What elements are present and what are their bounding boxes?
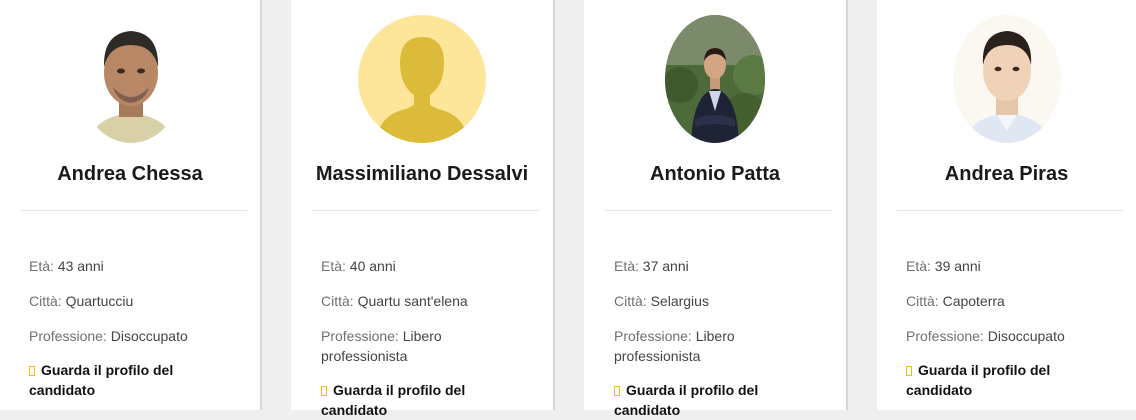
candidate-name[interactable]: Andrea Piras xyxy=(877,163,1136,186)
age-label: Età: xyxy=(321,258,346,274)
city-label: Città: xyxy=(29,293,62,309)
profession-row: Professione: Disoccupato xyxy=(29,326,219,346)
candidate-card: Andrea Chessa Età: 43 anni Città: Quartu… xyxy=(0,0,262,410)
city-value: Selargius xyxy=(650,293,709,309)
age-value: 39 anni xyxy=(934,258,981,274)
age-label: Età: xyxy=(614,258,639,274)
city-value: Quartu sant'elena xyxy=(357,293,468,309)
city-label: Città: xyxy=(906,293,939,309)
city-label: Città: xyxy=(614,293,647,309)
candidate-info: Età: 43 anni Città: Quartucciu Professio… xyxy=(29,256,219,400)
candidate-name[interactable]: Antonio Patta xyxy=(584,163,846,186)
link-icon xyxy=(906,366,912,376)
candidate-name[interactable]: Andrea Chessa xyxy=(0,163,260,186)
candidate-photo[interactable] xyxy=(665,15,765,143)
view-profile-link[interactable]: Guarda il profilo del candidato xyxy=(614,380,804,420)
profession-row: Professione: Libero professionista xyxy=(614,326,804,366)
city-row: Città: Quartu sant'elena xyxy=(321,291,511,311)
city-value: Quartucciu xyxy=(65,293,134,309)
view-profile-label[interactable]: Guarda il profilo del candidato xyxy=(614,382,758,418)
candidate-info: Età: 40 anni Città: Quartu sant'elena Pr… xyxy=(321,256,511,420)
view-profile-link[interactable]: Guarda il profilo del candidato xyxy=(906,360,1096,400)
candidate-card: Massimiliano Dessalvi Età: 40 anni Città… xyxy=(291,0,555,418)
view-profile-link[interactable]: Guarda il profilo del candidato xyxy=(321,380,511,420)
city-row: Città: Capoterra xyxy=(906,291,1096,311)
candidate-photo[interactable] xyxy=(953,15,1061,143)
age-row: Età: 40 anni xyxy=(321,256,511,276)
profession-label: Professione: xyxy=(321,328,399,344)
city-row: Città: Quartucciu xyxy=(29,291,219,311)
candidate-card: Andrea Piras Età: 39 anni Città: Capoter… xyxy=(877,0,1136,410)
divider xyxy=(897,210,1124,211)
divider xyxy=(312,210,539,211)
age-value: 37 anni xyxy=(642,258,689,274)
divider xyxy=(20,210,247,211)
candidate-card: Antonio Patta Età: 37 anni Città: Selarg… xyxy=(584,0,848,418)
link-icon xyxy=(321,386,327,396)
age-label: Età: xyxy=(906,258,931,274)
age-row: Età: 37 anni xyxy=(614,256,804,276)
placeholder-person-icon[interactable] xyxy=(358,15,486,143)
profession-row: Professione: Disoccupato xyxy=(906,326,1096,346)
candidate-name[interactable]: Massimiliano Dessalvi xyxy=(291,163,553,186)
city-value: Capoterra xyxy=(942,293,1005,309)
city-row: Città: Selargius xyxy=(614,291,804,311)
age-row: Età: 39 anni xyxy=(906,256,1096,276)
profession-row: Professione: Libero professionista xyxy=(321,326,511,366)
profession-label: Professione: xyxy=(906,328,984,344)
age-row: Età: 43 anni xyxy=(29,256,219,276)
profession-label: Professione: xyxy=(29,328,107,344)
profession-value: Disoccupato xyxy=(987,328,1065,344)
divider xyxy=(605,210,832,211)
candidate-info: Età: 39 anni Città: Capoterra Profession… xyxy=(906,256,1096,400)
view-profile-label[interactable]: Guarda il profilo del candidato xyxy=(321,382,465,418)
city-label: Città: xyxy=(321,293,354,309)
link-icon xyxy=(29,366,35,376)
candidate-info: Età: 37 anni Città: Selargius Profession… xyxy=(614,256,804,420)
view-profile-link[interactable]: Guarda il profilo del candidato xyxy=(29,360,219,400)
view-profile-label[interactable]: Guarda il profilo del candidato xyxy=(906,362,1050,398)
profession-label: Professione: xyxy=(614,328,692,344)
link-icon xyxy=(614,386,620,396)
age-label: Età: xyxy=(29,258,54,274)
age-value: 40 anni xyxy=(349,258,396,274)
age-value: 43 anni xyxy=(57,258,104,274)
profession-value: Disoccupato xyxy=(110,328,188,344)
candidate-photo[interactable] xyxy=(79,15,183,143)
view-profile-label[interactable]: Guarda il profilo del candidato xyxy=(29,362,173,398)
